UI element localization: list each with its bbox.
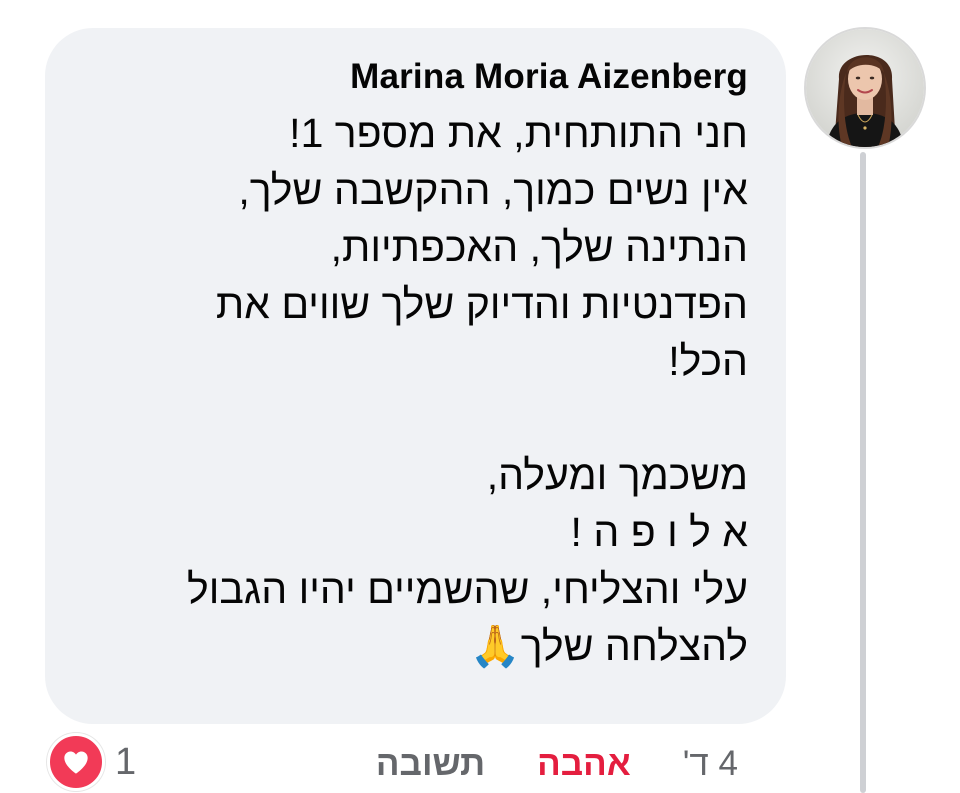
- reaction-summary[interactable]: 1: [47, 733, 137, 791]
- love-reaction-button[interactable]: אהבה: [537, 744, 631, 784]
- thread-line: [860, 152, 866, 793]
- heart-icon: [47, 733, 105, 791]
- avatar[interactable]: [806, 29, 924, 147]
- comment-author-name[interactable]: Marina Moria Aizenberg: [83, 55, 748, 99]
- reaction-count: 1: [115, 740, 137, 783]
- comment-timestamp[interactable]: 4 ד': [683, 744, 738, 784]
- comment-actions: 4 ד' אהבה תשובה: [376, 737, 738, 791]
- comment-bubble: Marina Moria Aizenberg חני התותחית, את מ…: [45, 28, 786, 724]
- reply-button[interactable]: תשובה: [376, 744, 485, 784]
- comment-thread: Marina Moria Aizenberg חני התותחית, את מ…: [0, 0, 960, 793]
- profile-photo: [806, 29, 924, 147]
- comment-text: חני התותחית, את מספר 1! אין נשים כמוך, ה…: [187, 110, 748, 669]
